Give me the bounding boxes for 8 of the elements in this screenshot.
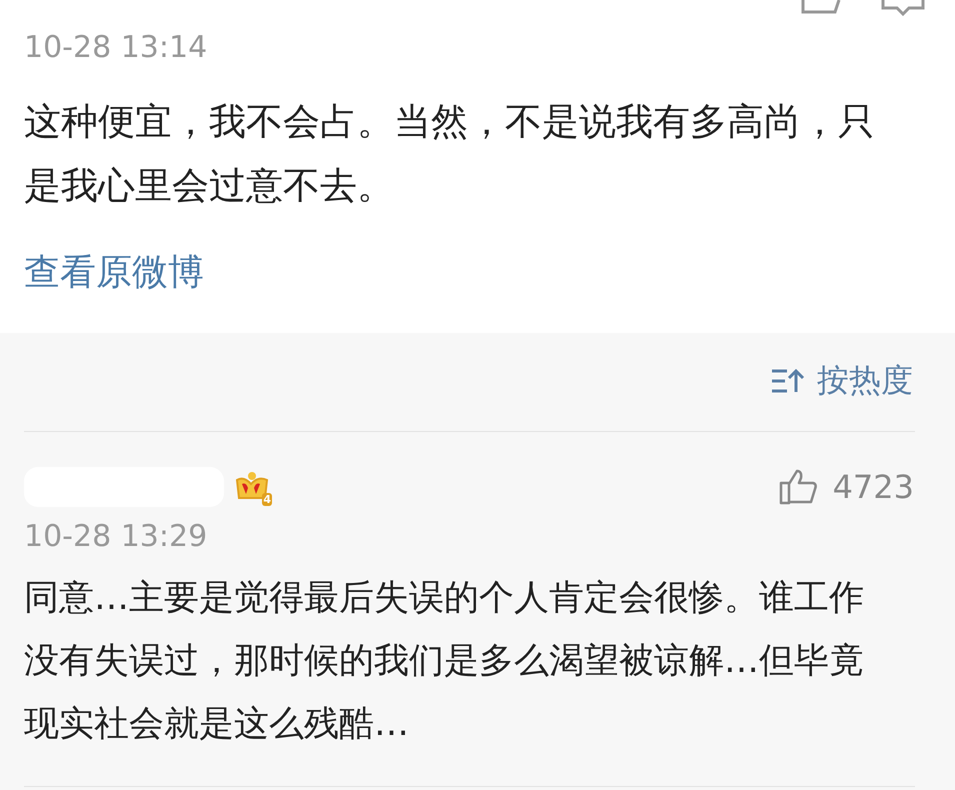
sort-icon [771,368,805,394]
comment-text: 同意…主要是觉得最后失误的个人肯定会很惨。谁工作没有失误过，那时候的我们是多么渴望被谅解…但毕竟现实社会就是这么残酷… [24,577,865,746]
post-text: 这种便宜，我不会占。当然，不是说我有多高尚，只是我心里会过意不去。 [24,99,876,209]
sort-button[interactable]: 按热度 [771,361,913,401]
view-original-link[interactable]: 查看原微博 [24,248,204,297]
post-time: 10-28 13:14 [24,29,208,67]
comment-time: 10-28 13:29 [24,518,208,556]
like-count: 4723 [832,468,914,506]
